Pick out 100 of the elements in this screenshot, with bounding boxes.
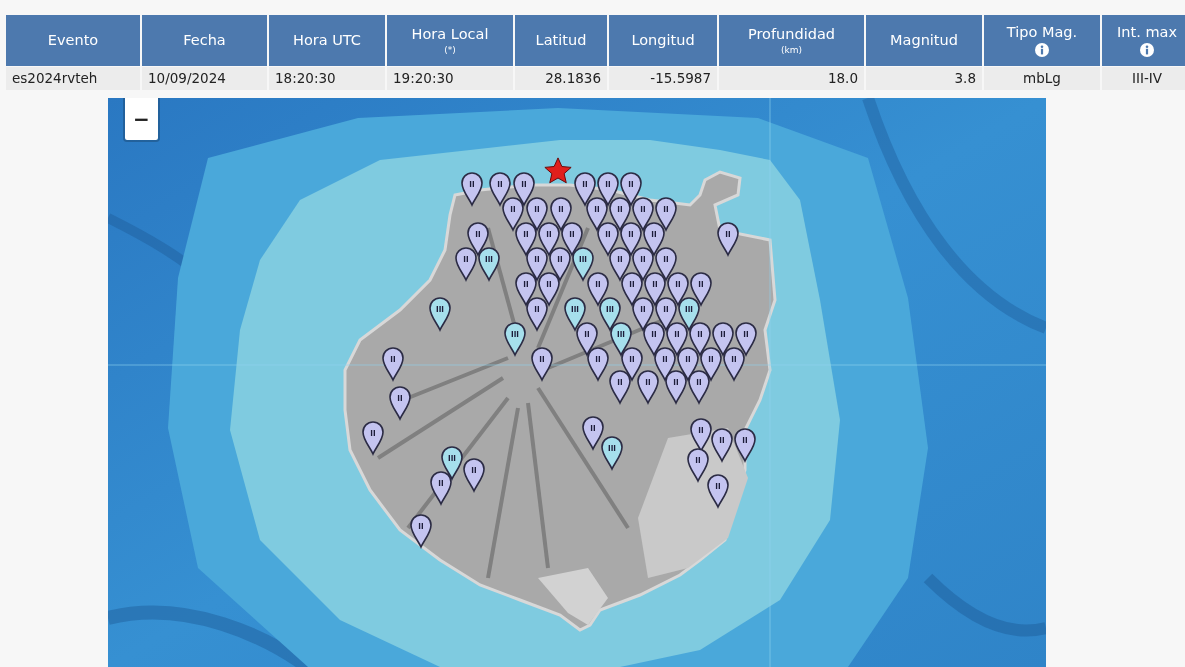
map-pin[interactable]: II (587, 272, 609, 306)
table-cell: 28.1836 (515, 67, 607, 90)
column-title: Profundidad (748, 25, 835, 43)
map-pin[interactable]: II (609, 370, 631, 404)
map-pin[interactable]: III (429, 297, 451, 331)
table-cell: 18.0 (719, 67, 864, 90)
map-pin[interactable]: II (609, 197, 631, 231)
map-pin[interactable]: II (576, 322, 598, 356)
map-pin[interactable]: II (690, 272, 712, 306)
map-pin[interactable]: II (637, 370, 659, 404)
map-pin[interactable]: II (644, 272, 666, 306)
map-pin[interactable]: II (513, 172, 535, 206)
map-pin[interactable]: II (515, 272, 537, 306)
map-pin[interactable]: II (461, 172, 483, 206)
map-pin[interactable]: II (463, 458, 485, 492)
map-pin[interactable]: II (700, 347, 722, 381)
table-cell: 10/09/2024 (142, 67, 267, 90)
map-pin[interactable]: II (717, 222, 739, 256)
column-note: (km) (781, 44, 802, 56)
map-pin[interactable]: II (723, 347, 745, 381)
table-cell: -15.5987 (609, 67, 717, 90)
map-pin[interactable]: II (654, 347, 676, 381)
map-pin[interactable]: II (410, 514, 432, 548)
map-pin[interactable]: II (707, 474, 729, 508)
map-pin[interactable]: II (526, 197, 548, 231)
info-icon[interactable] (1140, 43, 1154, 57)
map-pin[interactable]: II (621, 272, 643, 306)
zoom-out-button[interactable]: − (123, 98, 160, 142)
map-pin[interactable]: II (643, 222, 665, 256)
map-pin[interactable]: II (655, 247, 677, 281)
column-title: Longitud (631, 32, 695, 49)
map-pin[interactable]: II (586, 197, 608, 231)
map-pin[interactable]: III (610, 322, 632, 356)
map-pin[interactable]: II (430, 471, 452, 505)
table-cell: III-IV (1102, 67, 1185, 90)
map-pin[interactable]: III (478, 247, 500, 281)
table-cell: mbLg (984, 67, 1100, 90)
map-pin[interactable]: II (550, 197, 572, 231)
map-pin[interactable]: II (587, 347, 609, 381)
map-pin[interactable]: II (574, 172, 596, 206)
map-pin[interactable]: II (526, 297, 548, 331)
column-note: (*) (444, 44, 456, 56)
map-pin[interactable]: II (538, 222, 560, 256)
table-cell: 19:20:30 (387, 67, 513, 90)
map-pin[interactable]: II (362, 421, 384, 455)
map-pin[interactable]: II (687, 448, 709, 482)
column-title: Evento (47, 32, 99, 49)
table-cell: es2024rvteh (6, 67, 140, 90)
map-pin[interactable]: II (711, 428, 733, 462)
map-pin[interactable]: II (455, 247, 477, 281)
map-pin[interactable]: II (655, 297, 677, 331)
map-pin[interactable]: II (632, 297, 654, 331)
map-pin[interactable]: II (382, 347, 404, 381)
column-title: Hora UTC (293, 32, 361, 49)
map-pin[interactable]: II (667, 272, 689, 306)
map-pin[interactable]: II (526, 247, 548, 281)
map-pin[interactable]: II (538, 272, 560, 306)
map-pin[interactable]: II (689, 322, 711, 356)
map-pin[interactable]: III (564, 297, 586, 331)
map-pin[interactable]: II (467, 222, 489, 256)
map-pin[interactable]: II (690, 418, 712, 452)
map-pin[interactable]: II (502, 197, 524, 231)
star-icon (543, 156, 573, 186)
map-pin[interactable]: II (597, 222, 619, 256)
map-pin[interactable]: II (677, 347, 699, 381)
map-pin[interactable]: II (620, 172, 642, 206)
map-pin[interactable]: II (712, 322, 734, 356)
map-pin[interactable]: II (609, 247, 631, 281)
map-pin[interactable]: III (678, 297, 700, 331)
map-pin[interactable]: II (735, 322, 757, 356)
table-cell: 18:20:30 (269, 67, 385, 90)
map-pin[interactable]: II (665, 370, 687, 404)
column-title: Latitud (535, 32, 587, 49)
column-title: Magnitud (890, 32, 958, 49)
map-pin[interactable]: II (632, 247, 654, 281)
map-pin[interactable]: II (621, 347, 643, 381)
map-pin[interactable]: II (515, 222, 537, 256)
column-title: Hora Local (411, 25, 489, 43)
map-pin[interactable]: II (489, 172, 511, 206)
map-pin[interactable]: II (561, 222, 583, 256)
map-pin[interactable]: II (666, 322, 688, 356)
map-pin[interactable]: II (620, 222, 642, 256)
map-pin[interactable]: II (531, 347, 553, 381)
map-pin[interactable]: II (389, 386, 411, 420)
map-pin[interactable]: II (643, 322, 665, 356)
map-pin[interactable]: III (441, 446, 463, 480)
column-title: Fecha (183, 32, 226, 49)
info-icon[interactable] (1035, 43, 1049, 57)
map-pin[interactable]: II (549, 247, 571, 281)
map-pin[interactable]: II (632, 197, 654, 231)
map-pin[interactable]: II (734, 428, 756, 462)
map-pin[interactable]: III (504, 322, 526, 356)
map-pin[interactable]: III (601, 436, 623, 470)
map-pin[interactable]: II (582, 416, 604, 450)
map-pin[interactable]: III (572, 247, 594, 281)
map-pin[interactable]: II (688, 370, 710, 404)
column-title: Tipo Mag. (1006, 24, 1078, 41)
map-pin[interactable]: II (597, 172, 619, 206)
map-pin[interactable]: III (599, 297, 621, 331)
map-pin[interactable]: II (655, 197, 677, 231)
